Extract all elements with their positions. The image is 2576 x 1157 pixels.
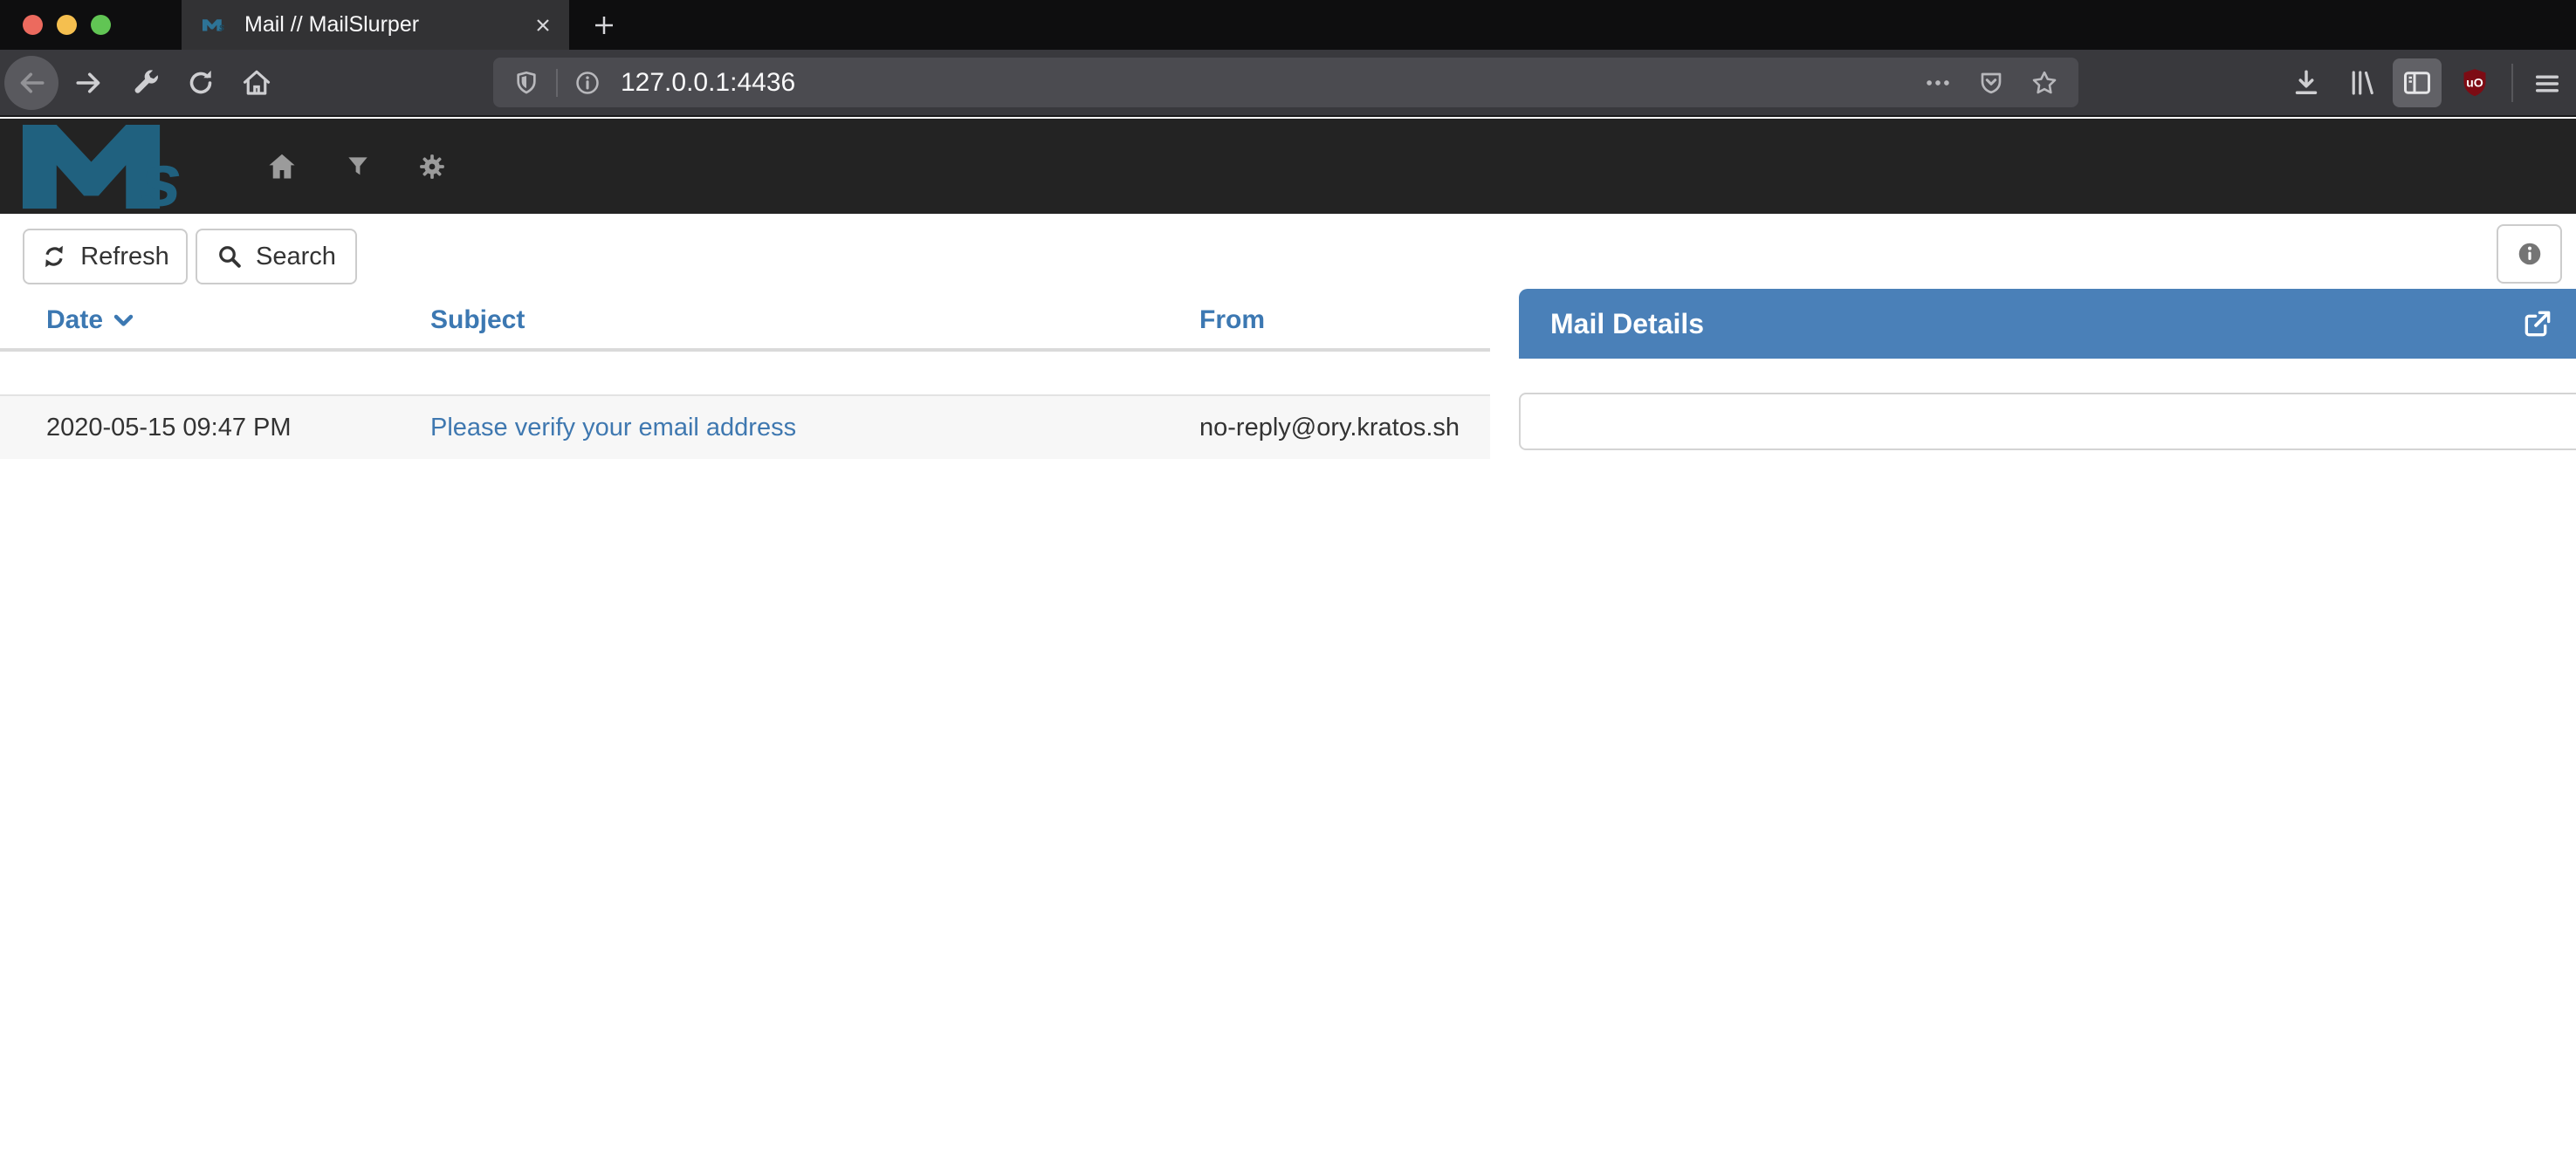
window-close-button[interactable] [23,15,43,35]
search-icon [216,243,243,270]
toolbar-divider [2511,64,2513,102]
refresh-icon [41,243,67,270]
settings-button[interactable] [417,152,447,181]
page-actions-icon[interactable] [1923,68,1953,98]
mail-from: no-reply@ory.kratos.sh [1199,396,1460,459]
mailslurper-favicon: s [203,14,230,37]
tab-title: Mail // MailSlurper [244,12,519,38]
plus-icon [591,12,617,38]
gear-icon [417,152,447,181]
funnel-icon [344,153,372,181]
download-icon [2291,67,2322,99]
tab-close-icon[interactable] [532,15,553,36]
browser-home-button[interactable] [241,67,272,99]
screen: s Mail // MailSlurper [0,0,2576,1157]
ublock-button[interactable]: uO [2457,65,2492,100]
menu-button[interactable] [2532,69,2562,99]
sort-chevron-down-icon [112,309,135,332]
mail-subject-link[interactable]: Please verify your email address [430,396,796,459]
svg-text:s: s [219,22,225,33]
app-header: s [0,119,2576,214]
mail-date: 2020-05-15 09:47 PM [46,396,292,459]
sidebar-icon [2401,67,2433,99]
filter-button[interactable] [344,153,372,181]
reload-icon [185,67,216,99]
column-header-from: From [1199,305,1265,335]
refresh-button[interactable]: Refresh [23,229,188,284]
bookmark-star-icon[interactable] [2030,68,2059,98]
mail-details-body [1519,393,2576,450]
downloads-button[interactable] [2291,67,2322,99]
forward-arrow-icon [73,67,105,99]
mail-details-header: Mail Details [1519,289,2576,359]
search-button[interactable]: Search [196,229,357,284]
window-zoom-button[interactable] [91,15,111,35]
column-header-date[interactable]: Date [46,305,135,335]
window-minimize-button[interactable] [57,15,77,35]
browser-navbar: 127.0.0.1:4436 [0,50,2576,117]
tracking-shield-icon[interactable] [512,69,540,97]
devtools-wrench-button[interactable] [129,67,161,99]
info-sign-icon [2516,240,2544,268]
svg-text:s: s [141,139,182,210]
library-button[interactable] [2346,67,2378,99]
home-icon [241,67,272,99]
search-button-label: Search [256,243,336,271]
home-icon [265,150,299,183]
reload-button[interactable] [185,67,216,99]
urlbar-divider [556,69,558,97]
info-button[interactable] [2497,224,2562,284]
new-tab-button[interactable] [580,0,629,50]
url-text: 127.0.0.1:4436 [621,68,795,98]
hamburger-icon [2532,69,2562,99]
back-arrow-icon [16,67,47,99]
mail-details-title: Mail Details [1550,289,1704,359]
back-button[interactable] [4,56,58,110]
window-controls [23,15,111,35]
pocket-save-icon[interactable] [1977,69,2005,97]
sidebar-toggle-button[interactable] [2393,58,2442,107]
browser-tab[interactable]: s Mail // MailSlurper [182,0,569,50]
forward-button[interactable] [73,67,105,99]
site-info-icon[interactable] [574,69,601,97]
ublock-shield-icon: uO [2457,65,2492,100]
mail-list-row[interactable]: 2020-05-15 09:47 PM Please verify your e… [0,394,1490,459]
svg-text:uO: uO [2466,76,2483,90]
wrench-icon [129,67,161,99]
library-icon [2346,67,2378,99]
table-header-rule [0,348,1490,352]
browser-tab-bar: s Mail // MailSlurper [0,0,2576,50]
refresh-button-label: Refresh [80,243,169,271]
app-home-button[interactable] [265,150,299,183]
open-in-new-window-button[interactable] [2521,307,2554,340]
mailslurper-logo: s [21,125,226,210]
external-link-icon [2521,307,2554,340]
column-header-subject: Subject [430,305,525,335]
address-bar[interactable]: 127.0.0.1:4436 [493,58,2078,107]
